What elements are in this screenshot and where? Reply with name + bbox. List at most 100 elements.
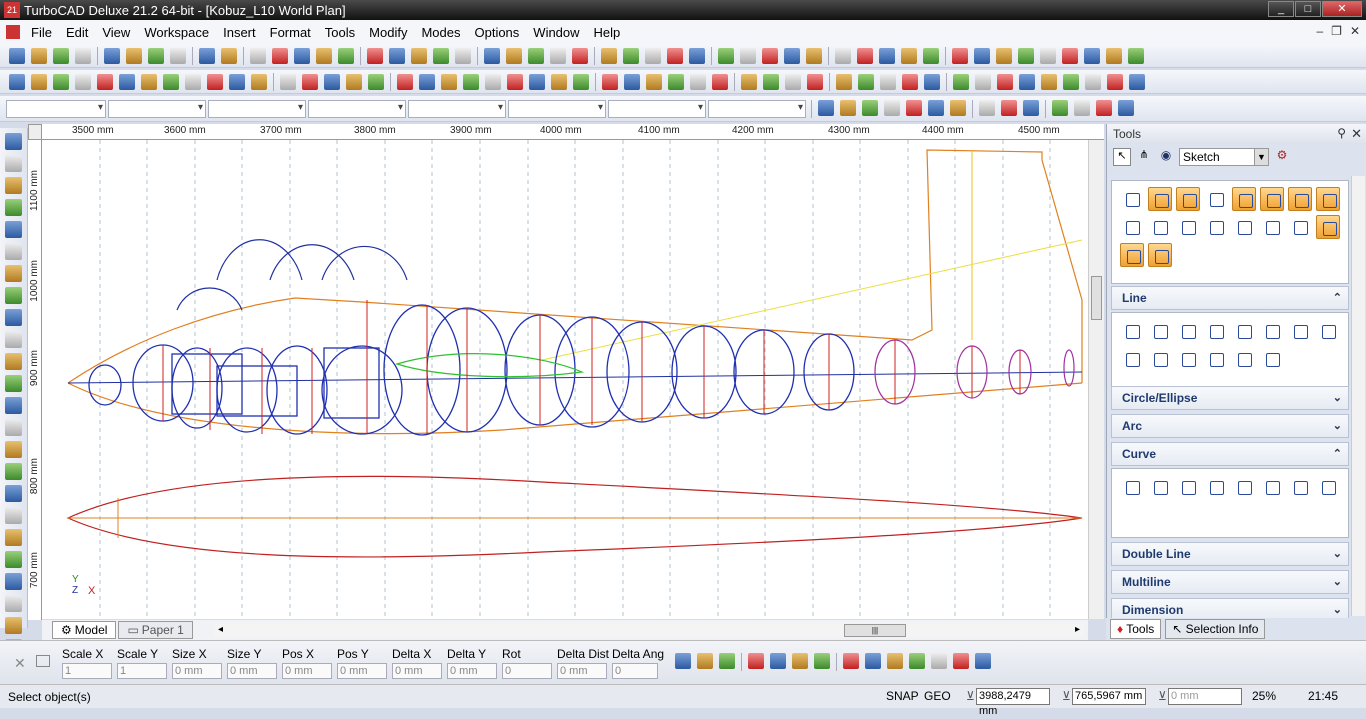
toolbar-tool-icon[interactable] bbox=[119, 73, 135, 90]
palette-tool-icon[interactable] bbox=[1176, 215, 1200, 239]
palette-tool-icon[interactable] bbox=[1148, 243, 1172, 267]
left-tool-icon[interactable] bbox=[5, 441, 22, 458]
toolbar-tool-icon[interactable] bbox=[623, 47, 639, 64]
toolbar-tool-icon[interactable] bbox=[75, 47, 91, 64]
section-line[interactable]: Line ⌃ bbox=[1111, 286, 1349, 310]
drawing-svg[interactable] bbox=[42, 140, 1088, 619]
menu-insert[interactable]: Insert bbox=[216, 25, 263, 40]
toolbar-tool-icon[interactable] bbox=[953, 653, 969, 669]
toolbar-tool-icon[interactable] bbox=[551, 73, 567, 90]
palette-tool-icon[interactable] bbox=[1120, 243, 1144, 267]
doc-restore-icon[interactable]: ❐ bbox=[1331, 24, 1342, 38]
snap-indicator[interactable]: SNAP bbox=[886, 689, 919, 703]
toolbar-tool-icon[interactable] bbox=[667, 47, 683, 64]
palette-tool-icon[interactable] bbox=[1232, 187, 1256, 211]
toolbar-tool-icon[interactable] bbox=[272, 47, 288, 64]
toolbar-tool-icon[interactable] bbox=[953, 73, 969, 90]
toolbar-tool-icon[interactable] bbox=[950, 99, 966, 116]
toolbar-tool-icon[interactable] bbox=[1019, 73, 1035, 90]
toolbar-tool-icon[interactable] bbox=[857, 47, 873, 64]
toolbar-tool-icon[interactable] bbox=[148, 47, 164, 64]
left-tool-icon[interactable] bbox=[5, 243, 22, 260]
left-tool-icon[interactable] bbox=[5, 309, 22, 326]
select-arrow-icon[interactable]: ↖ bbox=[1113, 148, 1131, 166]
palette-tool-icon[interactable] bbox=[1204, 215, 1228, 239]
left-tool-icon[interactable] bbox=[5, 353, 22, 370]
pen-style-combo[interactable] bbox=[208, 99, 306, 118]
toolbar-tool-icon[interactable] bbox=[419, 73, 435, 90]
toolbar-tool-icon[interactable] bbox=[879, 47, 895, 64]
palette-tool-icon[interactable] bbox=[1232, 215, 1256, 239]
z-coordinate[interactable]: 0 mm bbox=[1168, 688, 1242, 705]
toolbar-tool-icon[interactable] bbox=[31, 47, 47, 64]
toolbar-tool-icon[interactable] bbox=[324, 73, 340, 90]
toolbar-tool-icon[interactable] bbox=[1106, 47, 1122, 64]
section-multiline[interactable]: Multiline ⌄ bbox=[1111, 570, 1349, 594]
field-value[interactable]: 0 mm bbox=[227, 663, 277, 679]
toolbar-tool-icon[interactable] bbox=[251, 73, 267, 90]
section-arc[interactable]: Arc ⌄ bbox=[1111, 414, 1349, 438]
toolbar-tool-icon[interactable] bbox=[719, 653, 735, 669]
left-tool-icon[interactable] bbox=[5, 375, 22, 392]
toolbar-tool-icon[interactable] bbox=[433, 47, 449, 64]
left-tool-icon[interactable] bbox=[5, 617, 22, 634]
x-coordinate[interactable]: 3988,2479 mm bbox=[976, 688, 1050, 717]
field-value[interactable]: 1 bbox=[62, 663, 112, 679]
chevron-down-icon[interactable]: ⌄ bbox=[1333, 571, 1342, 593]
doc-minimize-icon[interactable]: – bbox=[1316, 24, 1323, 38]
ruler-corner[interactable] bbox=[28, 124, 42, 140]
section-circle-ellipse[interactable]: Circle/Ellipse ⌄ bbox=[1111, 386, 1349, 410]
toolbar-tool-icon[interactable] bbox=[843, 653, 859, 669]
toolbar-tool-icon[interactable] bbox=[1128, 47, 1144, 64]
pattern-combo[interactable] bbox=[508, 99, 606, 118]
toolbar-tool-icon[interactable] bbox=[1001, 99, 1017, 116]
menu-view[interactable]: View bbox=[95, 25, 137, 40]
left-tool-icon[interactable] bbox=[5, 397, 22, 414]
palette-settings-icon[interactable]: ⚙ bbox=[1273, 148, 1291, 166]
toolbar-tool-icon[interactable] bbox=[1063, 73, 1079, 90]
palette-tool-icon[interactable] bbox=[1260, 347, 1284, 371]
scroll-left-icon[interactable]: ◂ bbox=[218, 624, 223, 635]
chevron-down-icon[interactable]: ⌄ bbox=[1333, 415, 1342, 437]
palette-tool-icon[interactable] bbox=[1316, 475, 1340, 499]
palette-tool-icon[interactable] bbox=[1176, 319, 1200, 343]
toolbar-tool-icon[interactable] bbox=[528, 47, 544, 64]
menu-edit[interactable]: Edit bbox=[59, 25, 95, 40]
toolbar-tool-icon[interactable] bbox=[906, 99, 922, 116]
toolbar-tool-icon[interactable] bbox=[862, 99, 878, 116]
toolbar-tool-icon[interactable] bbox=[996, 47, 1012, 64]
field-value[interactable]: 0 mm bbox=[282, 663, 332, 679]
palette-tool-icon[interactable] bbox=[1260, 187, 1284, 211]
left-tool-icon[interactable] bbox=[5, 551, 22, 568]
pen-width-combo[interactable] bbox=[308, 99, 406, 118]
toolbar-tool-icon[interactable] bbox=[814, 653, 830, 669]
toolbar-tool-icon[interactable] bbox=[1085, 73, 1101, 90]
toolbar-tool-icon[interactable] bbox=[1107, 73, 1123, 90]
toolbar-tool-icon[interactable] bbox=[931, 653, 947, 669]
menu-tools[interactable]: Tools bbox=[318, 25, 362, 40]
palette-tool-icon[interactable] bbox=[1316, 319, 1340, 343]
palette-tool-icon[interactable] bbox=[1176, 187, 1200, 211]
toolbar-tool-icon[interactable] bbox=[836, 73, 852, 90]
close-button[interactable]: ✕ bbox=[1322, 1, 1362, 17]
pos-y-field[interactable]: Pos Y 0 mm bbox=[337, 647, 387, 679]
palette-tool-icon[interactable] bbox=[1148, 319, 1172, 343]
toolbar-tool-icon[interactable] bbox=[784, 47, 800, 64]
grid-icon[interactable] bbox=[36, 655, 50, 667]
toolbar-tool-icon[interactable] bbox=[75, 73, 91, 90]
canvas-vertical-scrollbar[interactable] bbox=[1088, 140, 1104, 619]
toolbar-tool-icon[interactable] bbox=[316, 47, 332, 64]
toolbar-tool-icon[interactable] bbox=[550, 47, 566, 64]
toolbar-tool-icon[interactable] bbox=[807, 73, 823, 90]
palette-tool-icon[interactable] bbox=[1148, 475, 1172, 499]
pos-x-field[interactable]: Pos X 0 mm bbox=[282, 647, 332, 679]
palette-mode-select[interactable]: Sketch ▼ bbox=[1179, 148, 1269, 166]
toolbar-tool-icon[interactable] bbox=[975, 73, 991, 90]
toolbar-tool-icon[interactable] bbox=[53, 47, 69, 64]
globe-icon[interactable]: ◉ bbox=[1157, 148, 1175, 166]
toolbar-tool-icon[interactable] bbox=[762, 47, 778, 64]
left-tool-icon[interactable] bbox=[5, 529, 22, 546]
palette-tool-icon[interactable] bbox=[1176, 347, 1200, 371]
left-tool-icon[interactable] bbox=[5, 507, 22, 524]
layer-combo[interactable] bbox=[6, 99, 106, 118]
